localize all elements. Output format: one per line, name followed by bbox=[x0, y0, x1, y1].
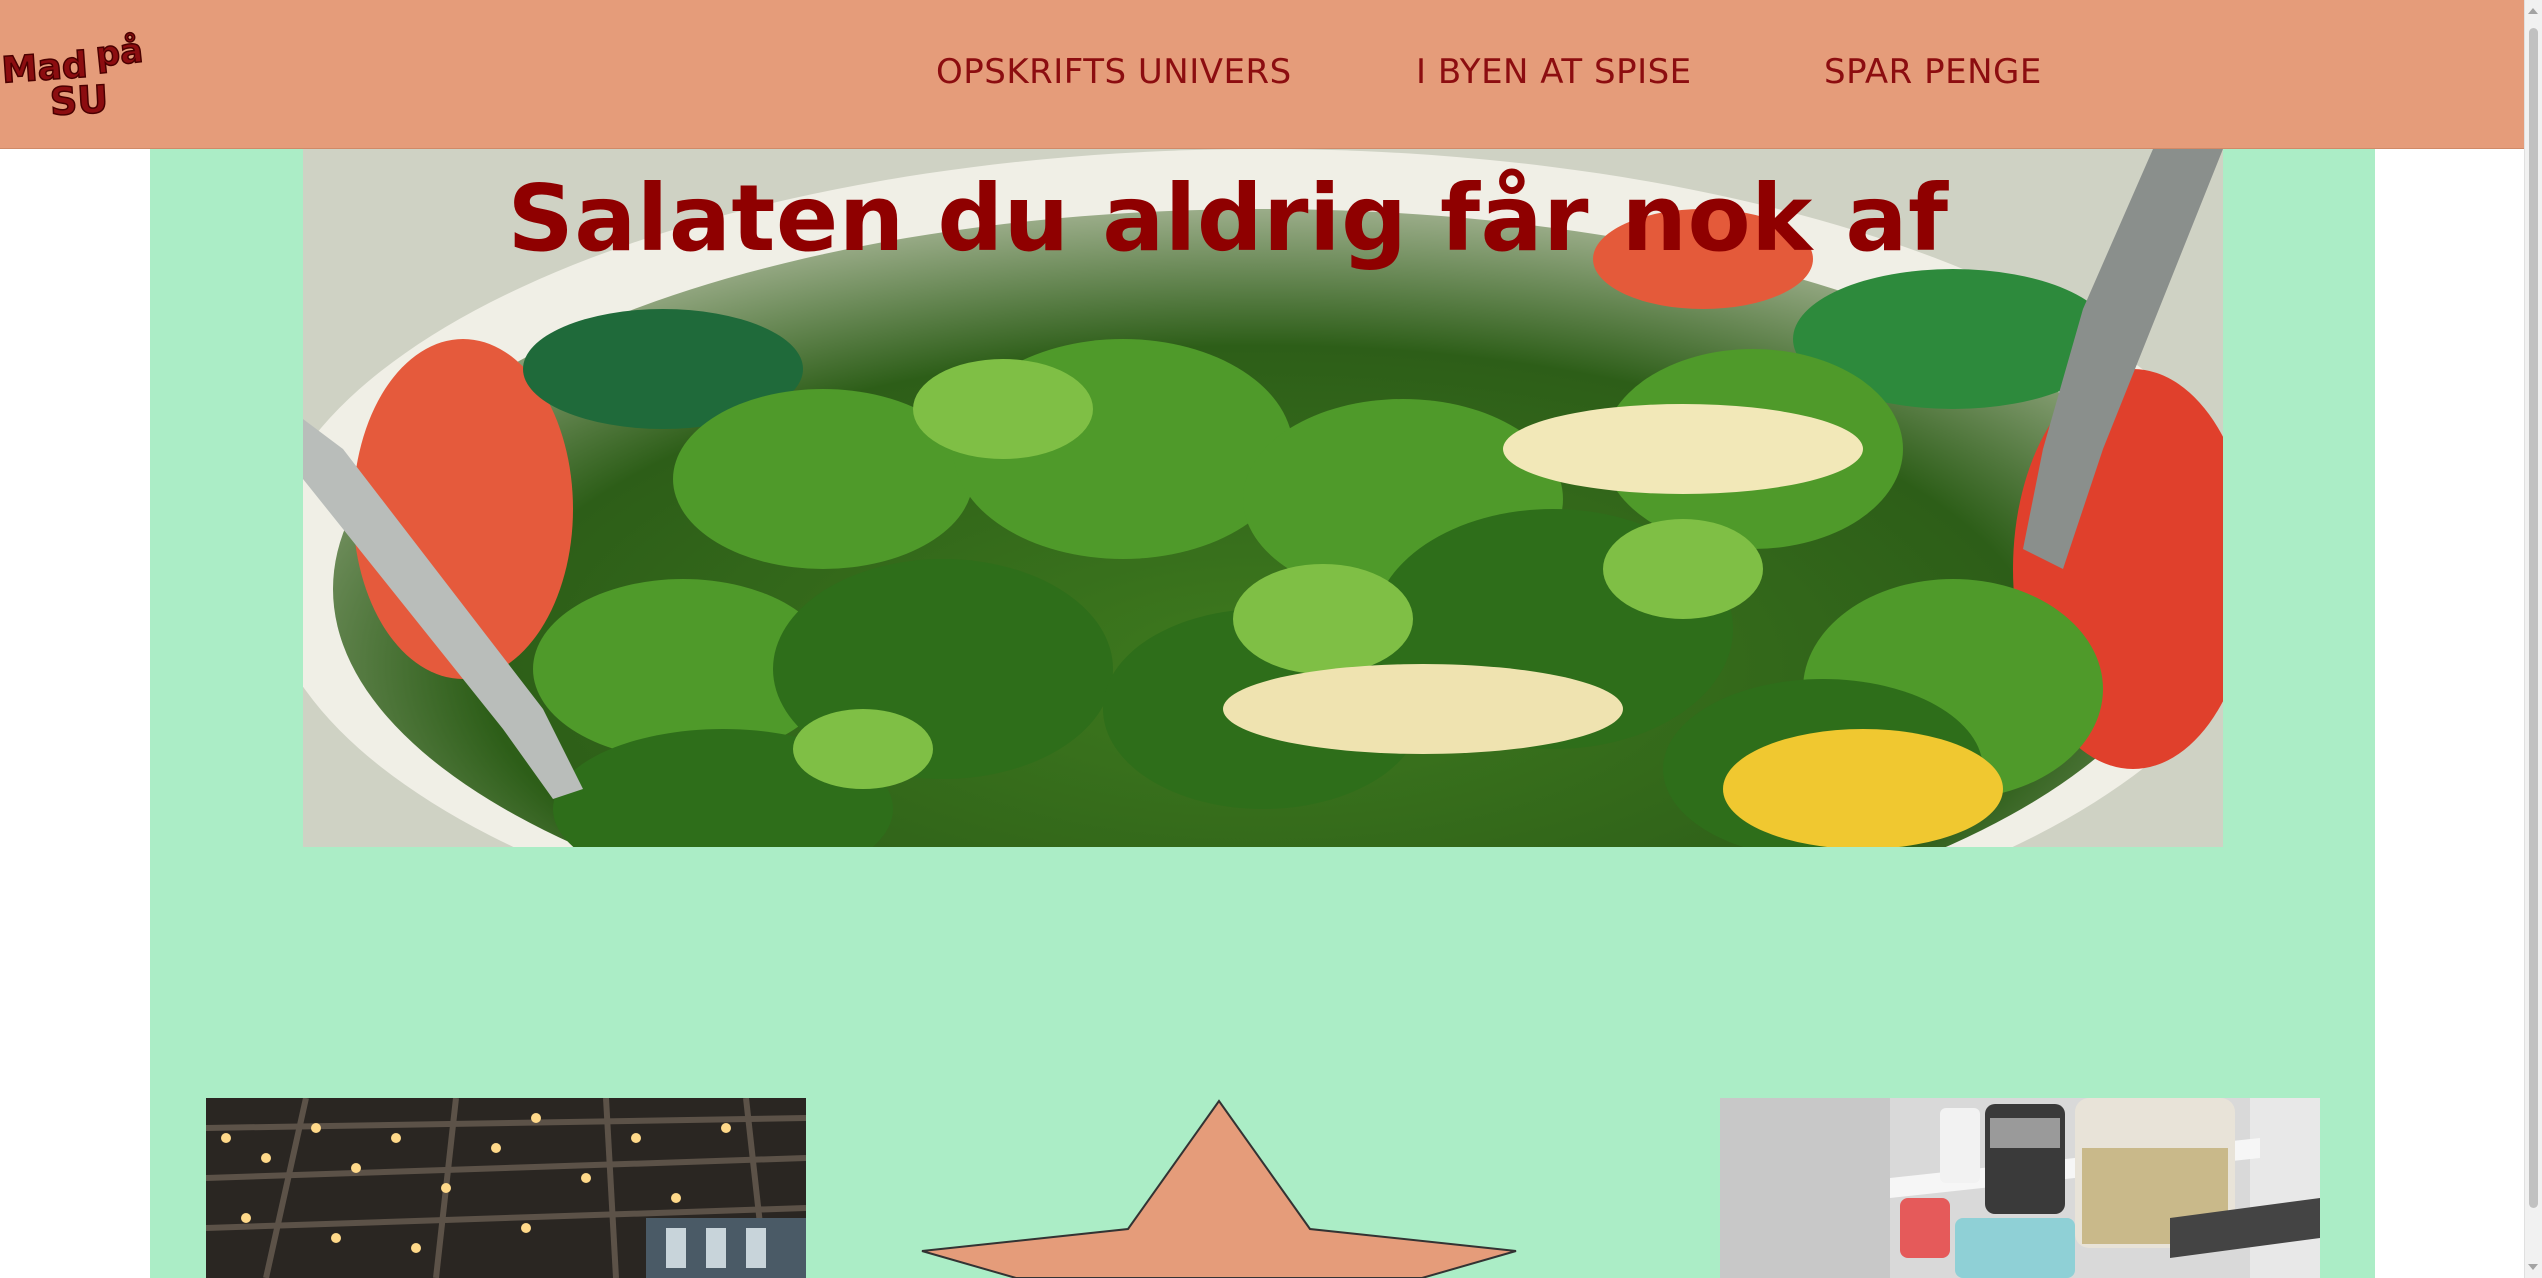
svg-text:på: på bbox=[94, 31, 145, 76]
hero-title: Salaten du aldrig får nok af bbox=[507, 165, 1949, 272]
star-shape-icon bbox=[921, 1099, 1517, 1278]
scroll-thumb[interactable] bbox=[2529, 28, 2538, 1208]
nav-link-i-byen-at-spise[interactable]: I BYEN AT SPISE bbox=[1416, 50, 1692, 94]
logo-wordmark-icon: Mad på SU bbox=[0, 30, 146, 125]
nav-link-opskrifts-univers[interactable]: OPSKRIFTS UNIVERS bbox=[936, 50, 1292, 94]
vertical-scrollbar[interactable] bbox=[2524, 0, 2542, 1278]
hero-banner: Salaten du aldrig får nok af bbox=[303, 149, 2223, 847]
pantry-thumbnail[interactable] bbox=[1720, 1098, 2320, 1278]
top-navigation-bar: Mad på SU OPSKRIFTS UNIVERS I BYEN AT SP… bbox=[0, 0, 2525, 149]
nav-link-spar-penge[interactable]: SPAR PENGE bbox=[1824, 50, 2042, 94]
site-logo[interactable]: Mad på SU bbox=[0, 22, 160, 125]
svg-text:SU: SU bbox=[49, 77, 109, 122]
scroll-down-arrow-icon[interactable] bbox=[2528, 1264, 2538, 1270]
restaurant-thumbnail[interactable] bbox=[206, 1098, 806, 1278]
scroll-up-arrow-icon[interactable] bbox=[2528, 8, 2538, 14]
pantry-shelf-image bbox=[1720, 1098, 2320, 1278]
restaurant-interior-image bbox=[206, 1098, 806, 1278]
